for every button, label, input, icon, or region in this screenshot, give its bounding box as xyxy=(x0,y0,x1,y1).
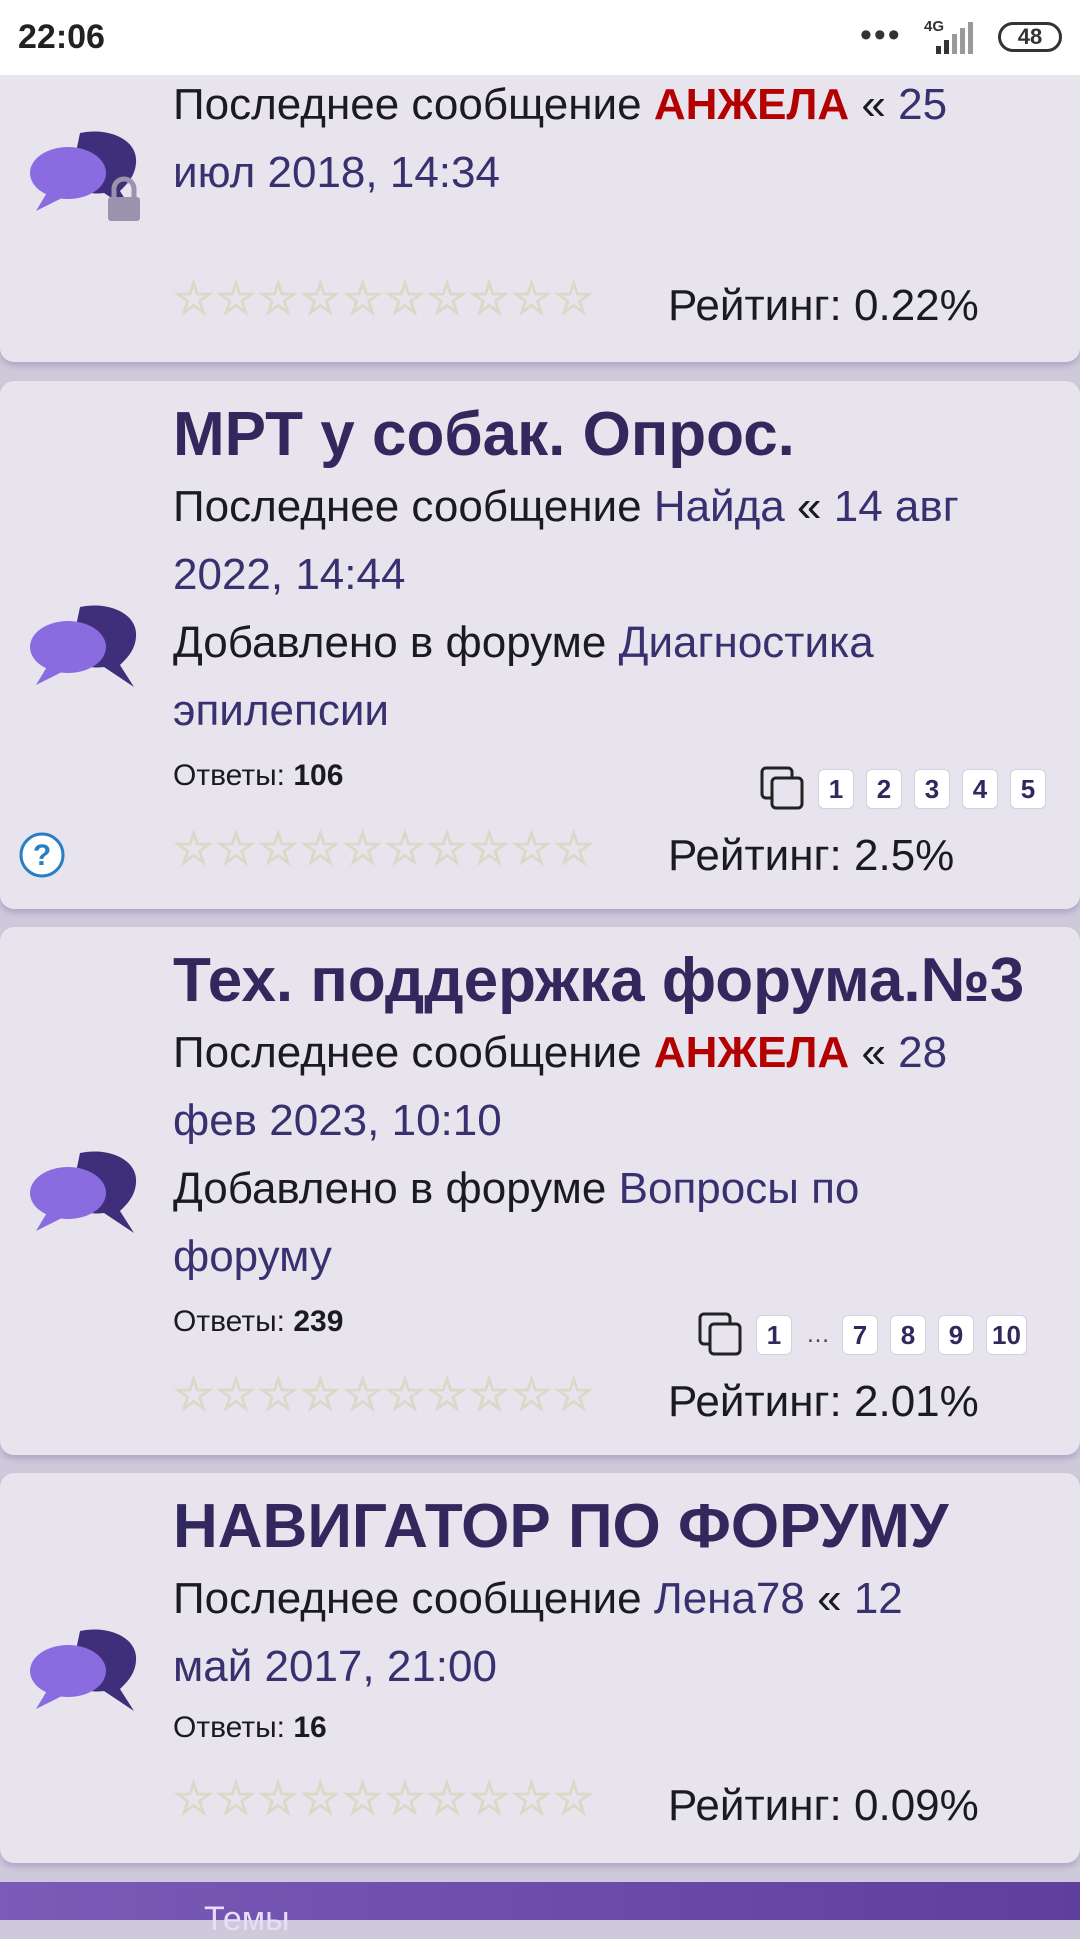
added-in-line: Добавлено в форуме Диагностика xyxy=(173,609,1053,677)
topic-body: Тех. поддержка форума.№3 Последнее сообщ… xyxy=(173,945,1053,1291)
page-link[interactable]: 4 xyxy=(962,769,998,809)
replies: Ответы: 16 xyxy=(173,1711,327,1745)
rating-label: Рейтинг: xyxy=(668,281,842,330)
rating-label: Рейтинг: xyxy=(668,1377,842,1426)
added-in-label: Добавлено в форуме xyxy=(173,1164,607,1213)
rating-value: 2.01% xyxy=(854,1377,979,1426)
replies-label: Ответы: xyxy=(173,1305,286,1338)
last-message-label: Последнее сообщение xyxy=(173,482,642,531)
signal-icon: 4G xyxy=(918,12,978,58)
page-link[interactable]: 9 xyxy=(938,1315,974,1355)
topic-body: МРТ у собак. Опрос. Последнее сообщение … xyxy=(173,399,1053,745)
replies-count: 106 xyxy=(293,759,344,792)
rating: Рейтинг: 2.01% xyxy=(668,1377,979,1427)
rating-stars: ☆☆☆☆☆☆☆☆☆☆ xyxy=(172,1772,596,1824)
topic-title-link[interactable]: Тех. поддержка форума.№3 xyxy=(173,945,1053,1017)
forum-link-cont[interactable]: эпилепсии xyxy=(173,677,1053,745)
separator: « xyxy=(817,1574,842,1623)
last-date-link-cont[interactable]: июл 2018, 14:34 xyxy=(173,139,1053,207)
question-icon[interactable]: ? xyxy=(18,831,66,879)
page-ellipsis: … xyxy=(806,1321,830,1348)
added-in-label: Добавлено в форуме xyxy=(173,618,607,667)
rating-stars: ☆☆☆☆☆☆☆☆☆☆ xyxy=(172,822,596,874)
forum-link[interactable]: Диагностика xyxy=(619,618,874,667)
separator: « xyxy=(861,1028,886,1077)
page-link[interactable]: 2 xyxy=(866,769,902,809)
rating-stars: ☆☆☆☆☆☆☆☆☆☆ xyxy=(172,1368,596,1420)
topic-title-link[interactable]: НАВИГАТОР ПО ФОРУМУ xyxy=(173,1491,1053,1563)
last-date-link-cont[interactable]: май 2017, 21:00 xyxy=(173,1633,1053,1701)
last-date-link[interactable]: 12 xyxy=(854,1574,903,1623)
last-message-label: Последнее сообщение xyxy=(173,80,642,129)
last-date-link[interactable]: 28 xyxy=(898,1028,947,1077)
bottom-nav-bar[interactable]: Темы xyxy=(0,1882,1080,1938)
separator: « xyxy=(861,80,886,129)
rating-value: 2.5% xyxy=(854,831,955,880)
pages-icon xyxy=(760,766,804,810)
added-in-line: Добавлено в форуме Вопросы по xyxy=(173,1155,1053,1223)
page-link[interactable]: 1 xyxy=(818,769,854,809)
notification-dots-icon: ••• xyxy=(860,16,902,54)
page-link[interactable]: 7 xyxy=(842,1315,878,1355)
last-date-link-cont[interactable]: фев 2023, 10:10 xyxy=(173,1087,1053,1155)
battery-icon: 48 xyxy=(998,22,1062,52)
last-message-line: Последнее сообщение Лена78 « 12 xyxy=(173,1565,1053,1633)
page-link[interactable]: 3 xyxy=(914,769,950,809)
last-date-link[interactable]: 25 xyxy=(898,80,947,129)
topic-card[interactable]: НАВИГАТОР ПО ФОРУМУ Последнее сообщение … xyxy=(0,1473,1080,1863)
topic-card[interactable]: МРТ у собак. Опрос. Последнее сообщение … xyxy=(0,381,1080,909)
page-link[interactable]: 8 xyxy=(890,1315,926,1355)
replies-label: Ответы: xyxy=(173,759,286,792)
pagination: 1 2 3 4 5 xyxy=(760,766,1046,812)
rating-value: 0.09% xyxy=(854,1781,979,1830)
last-date-link[interactable]: 14 авг xyxy=(834,482,959,531)
separator: « xyxy=(797,482,822,531)
forum-link-cont[interactable]: форуму xyxy=(173,1223,1053,1291)
topic-title-link[interactable]: МРТ у собак. Опрос. xyxy=(173,399,1053,471)
topic-card[interactable]: Последнее сообщение АНЖЕЛА « 25 июл 2018… xyxy=(0,75,1080,362)
replies-count: 16 xyxy=(293,1711,327,1744)
last-date-link-cont[interactable]: 2022, 14:44 xyxy=(173,541,1053,609)
last-user-link[interactable]: Лена78 xyxy=(654,1574,805,1623)
replies: Ответы: 239 xyxy=(173,1305,343,1339)
pagination: 1 … 7 8 9 10 xyxy=(698,1312,1027,1358)
last-message-label: Последнее сообщение xyxy=(173,1574,642,1623)
page-link[interactable]: 1 xyxy=(756,1315,792,1355)
last-user-link[interactable]: Найда xyxy=(654,482,785,531)
rating-label: Рейтинг: xyxy=(668,831,842,880)
last-user-link[interactable]: АНЖЕЛА xyxy=(654,80,849,129)
rating: Рейтинг: 0.09% xyxy=(668,1781,979,1831)
topic-body: Последнее сообщение АНЖЕЛА « 25 июл 2018… xyxy=(173,71,1053,207)
speech-bubbles-icon xyxy=(30,599,145,699)
rating-stars: ☆☆☆☆☆☆☆☆☆☆ xyxy=(172,272,596,324)
rating-value: 0.22% xyxy=(854,281,979,330)
page-link[interactable]: 10 xyxy=(986,1315,1027,1355)
speech-bubbles-icon xyxy=(30,1145,145,1245)
replies: Ответы: 106 xyxy=(173,759,343,793)
last-message-line: Последнее сообщение АНЖЕЛА « 25 xyxy=(173,71,1053,139)
network-type: 4G xyxy=(924,18,945,35)
rating: Рейтинг: 0.22% xyxy=(668,281,979,331)
status-bar: 22:06 ••• 4G 48 xyxy=(0,0,1080,75)
replies-count: 239 xyxy=(293,1305,344,1338)
last-message-line: Последнее сообщение АНЖЕЛА « 28 xyxy=(173,1019,1053,1087)
page-link[interactable]: 5 xyxy=(1010,769,1046,809)
last-message-line: Последнее сообщение Найда « 14 авг xyxy=(173,473,1053,541)
speech-bubbles-icon xyxy=(30,1623,145,1723)
rating-label: Рейтинг: xyxy=(668,1781,842,1830)
topic-body: НАВИГАТОР ПО ФОРУМУ Последнее сообщение … xyxy=(173,1491,1053,1701)
topic-card[interactable]: Тех. поддержка форума.№3 Последнее сообщ… xyxy=(0,927,1080,1455)
svg-text:?: ? xyxy=(33,839,51,872)
forum-link[interactable]: Вопросы по xyxy=(619,1164,860,1213)
last-user-link[interactable]: АНЖЕЛА xyxy=(654,1028,849,1077)
lock-icon xyxy=(104,175,144,225)
rating: Рейтинг: 2.5% xyxy=(668,831,954,881)
last-message-label: Последнее сообщение xyxy=(173,1028,642,1077)
pages-icon xyxy=(698,1312,742,1356)
replies-label: Ответы: xyxy=(173,1711,286,1744)
clock: 22:06 xyxy=(18,18,105,56)
